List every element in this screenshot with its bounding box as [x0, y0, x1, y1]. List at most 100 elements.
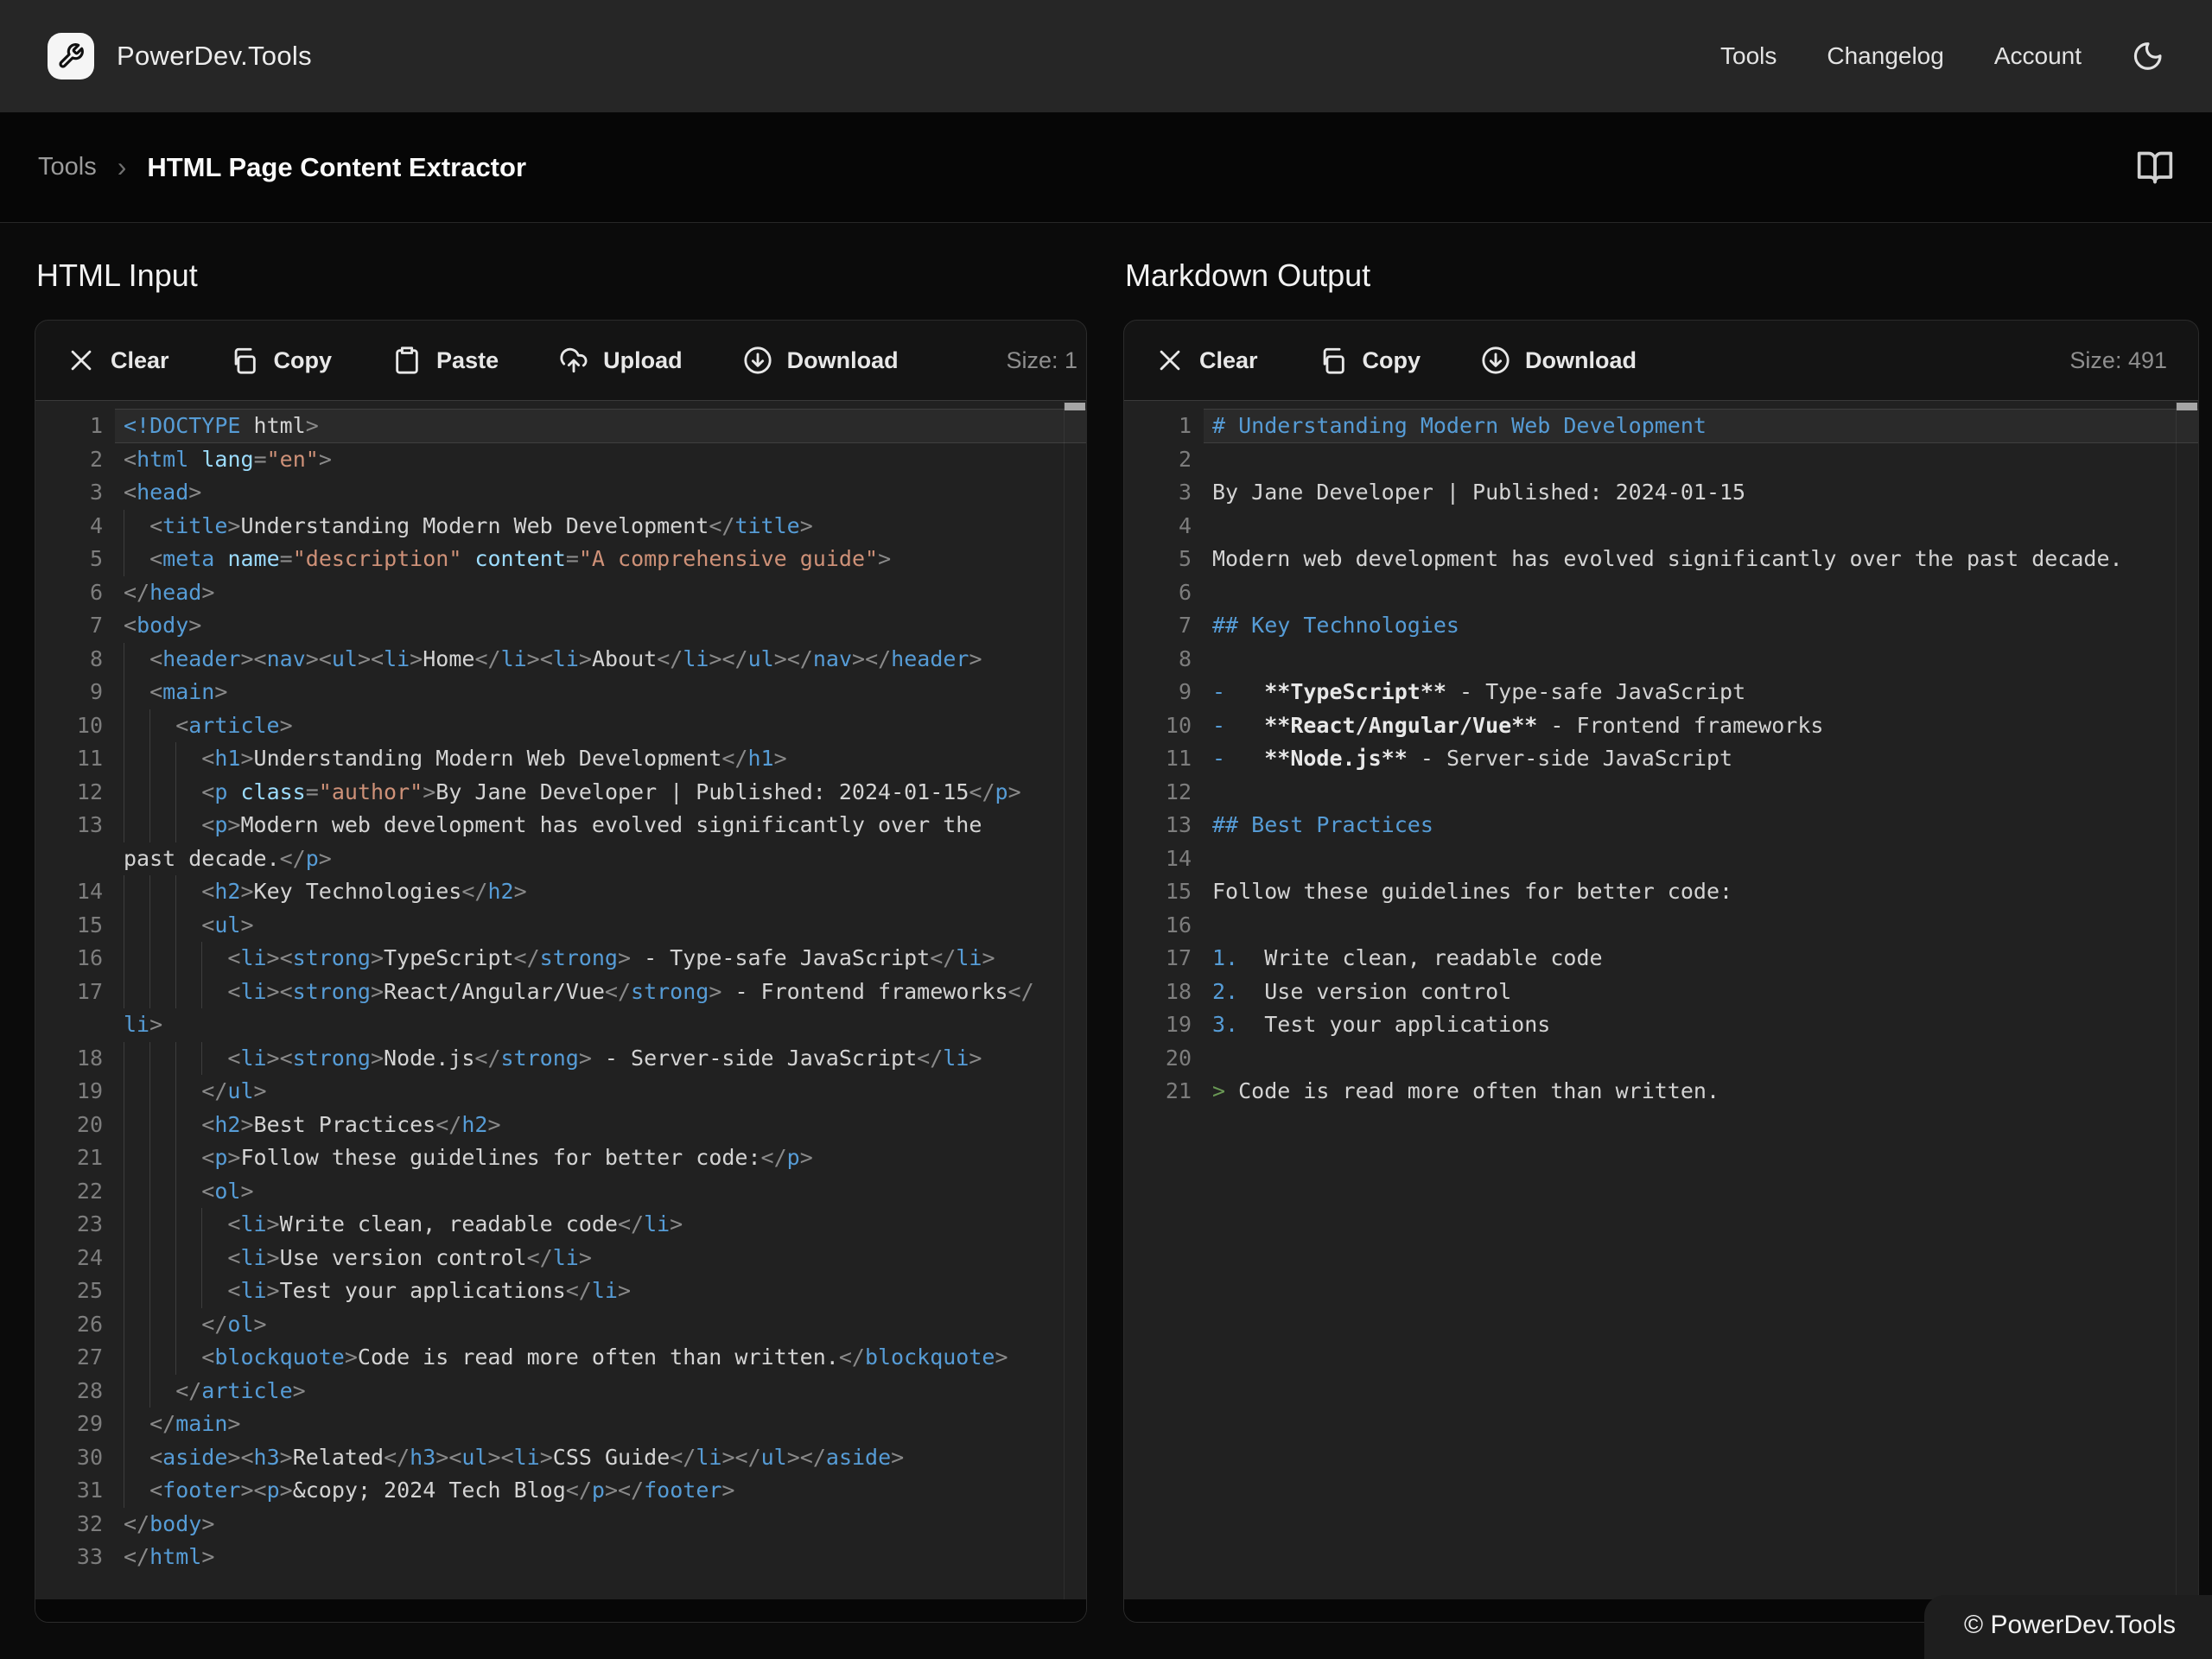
upload-button[interactable]: Upload [559, 346, 683, 375]
breadcrumb-parent-link[interactable]: Tools [38, 153, 97, 181]
html-input-editor[interactable]: 1<!DOCTYPE html>2<html lang="en">3<head>… [35, 400, 1086, 1599]
indent-guide [124, 1375, 149, 1408]
indent-guide [149, 1341, 175, 1375]
download-button[interactable]: Download [1481, 346, 1637, 375]
line-number: 10 [1124, 709, 1192, 743]
moon-icon[interactable] [2132, 40, 2164, 73]
indent-guide [124, 1208, 149, 1242]
line-number: 15 [35, 909, 103, 943]
line-content: <p>Follow these guidelines for better co… [124, 1141, 813, 1175]
line-number: 6 [35, 576, 103, 610]
code-line: 25<li>Test your applications</li> [35, 1274, 1086, 1308]
code-line: 10<article> [35, 709, 1086, 743]
line-number: 7 [35, 609, 103, 643]
indent-guide [175, 1175, 201, 1209]
line-number: 3 [35, 476, 103, 510]
code-line: 7## Key Technologies [1124, 609, 2198, 643]
indent-guide [175, 942, 201, 976]
code-line: 22<ol> [35, 1175, 1086, 1209]
code-line: 11<h1>Understanding Modern Web Developme… [35, 742, 1086, 776]
scrollbar-track[interactable] [1064, 402, 1086, 1599]
indent-guide [149, 1274, 175, 1308]
line-content: - **Node.js** - Server-side JavaScript [1212, 742, 1732, 776]
code-line: 16<li><strong>TypeScript</strong> - Type… [35, 942, 1086, 976]
nav-link-tools[interactable]: Tools [1720, 42, 1777, 70]
indent-guide [124, 1408, 149, 1441]
indent-guide [175, 1208, 201, 1242]
indent-guide [149, 742, 175, 776]
copy-button[interactable]: Copy [1319, 346, 1421, 375]
book-open-icon[interactable] [2136, 149, 2174, 187]
indent-guide [149, 1075, 175, 1109]
chevron-right-icon: › [118, 151, 127, 183]
nav-link-account[interactable]: Account [1994, 42, 2082, 70]
indent-guide [149, 709, 175, 743]
scrollbar-track[interactable] [2176, 402, 2198, 1599]
code-line: 24<li>Use version control</li> [35, 1242, 1086, 1275]
line-number: 16 [35, 942, 103, 976]
indent-guide [124, 543, 149, 576]
line-number: 5 [35, 543, 103, 576]
line-number: 30 [35, 1441, 103, 1475]
indent-guide [124, 1441, 149, 1475]
scrollbar-thumb[interactable] [1065, 403, 1085, 410]
code-line: 15 <ul> [35, 909, 1086, 943]
code-line: 182. Use version control [1124, 976, 2198, 1009]
brand-name: PowerDev.Tools [117, 41, 312, 72]
paste-button[interactable]: Paste [392, 346, 499, 375]
line-number: 29 [35, 1408, 103, 1441]
line-number: 33 [35, 1541, 103, 1574]
code-line: 27<blockquote>Code is read more often th… [35, 1341, 1086, 1375]
line-content: <h1>Understanding Modern Web Development… [124, 742, 787, 776]
cloud-upload-icon [559, 346, 588, 375]
line-content: By Jane Developer | Published: 2024-01-1… [1212, 476, 1745, 510]
button-label: Download [1525, 347, 1637, 374]
code-line: 10 - **React/Angular/Vue** - Frontend fra… [1124, 709, 2198, 743]
button-label: Clear [111, 347, 169, 374]
line-number: 16 [1124, 909, 1192, 943]
copy-button[interactable]: Copy [230, 346, 333, 375]
indent-guide [175, 909, 201, 943]
scrollbar-thumb[interactable] [2177, 403, 2197, 410]
indent-guide [124, 1308, 149, 1342]
nav-link-changelog[interactable]: Changelog [1827, 42, 1943, 70]
code-line: 7<body> [35, 609, 1086, 643]
app-header: PowerDev.Tools Tools Changelog Account [0, 0, 2212, 112]
line-content: <ul> [124, 909, 254, 943]
indent-guide [124, 709, 149, 743]
indent-guide [149, 1042, 175, 1076]
line-content: Follow these guidelines for better code: [1212, 875, 1732, 909]
line-number: 25 [35, 1274, 103, 1308]
html-input-section: HTML Input ClearCopyPasteUploadDownloadS… [35, 257, 1087, 1623]
x-icon [67, 346, 96, 375]
line-content: 2. Use version control [1212, 976, 1511, 1009]
indent-guide [175, 1109, 201, 1142]
line-number: 20 [35, 1109, 103, 1142]
code-line: 16 [1124, 909, 2198, 943]
line-number: 21 [1124, 1075, 1192, 1109]
code-line: 6</head> [35, 576, 1086, 610]
clear-button[interactable]: Clear [67, 346, 169, 375]
line-content: <title>Understanding Modern Web Developm… [124, 510, 813, 543]
code-line: 32</body> [35, 1508, 1086, 1541]
line-number: 12 [1124, 776, 1192, 810]
line-content: - **React/Angular/Vue** - Frontend frame… [1212, 709, 1823, 743]
download-button[interactable]: Download [743, 346, 899, 375]
indent-guide [124, 1109, 149, 1142]
line-number: 10 [35, 709, 103, 743]
code-line: 21<p>Follow these guidelines for better … [35, 1141, 1086, 1175]
code-line: 3By Jane Developer | Published: 2024-01-… [1124, 476, 2198, 510]
code-line-active: 1# Understanding Modern Web Development [1124, 410, 2198, 443]
line-content: <p class="author">By Jane Developer | Pu… [124, 776, 1021, 810]
markdown-output-editor[interactable]: 1# Understanding Modern Web Development 2… [1124, 400, 2198, 1599]
line-number: 18 [35, 1042, 103, 1076]
button-label: Upload [603, 347, 683, 374]
line-content: <meta name="description" content="A comp… [124, 543, 891, 576]
line-content: - **TypeScript** - Type-safe JavaScript [1212, 676, 1745, 709]
clear-button[interactable]: Clear [1155, 346, 1258, 375]
download-icon [1481, 346, 1510, 375]
line-number: 13 [35, 809, 103, 842]
indent-guide [124, 1242, 149, 1275]
copyright-badge: © PowerDev.Tools [1924, 1595, 2212, 1659]
input-panel-footer [35, 1599, 1086, 1622]
